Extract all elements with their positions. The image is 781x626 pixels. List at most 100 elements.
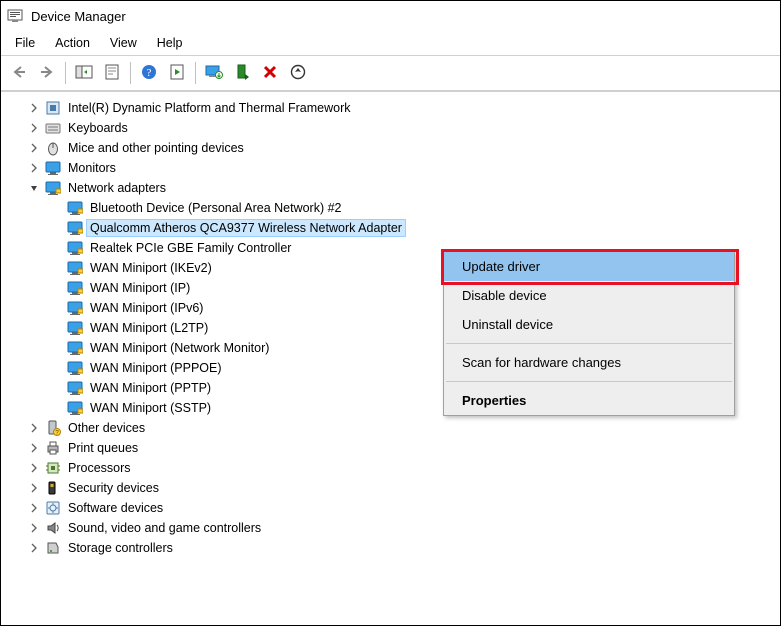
network-icon xyxy=(67,220,83,236)
context-menu-item[interactable]: Scan for hardware changes xyxy=(444,348,734,377)
menu-view[interactable]: View xyxy=(100,34,147,52)
network-icon xyxy=(67,360,83,376)
expander-placeholder xyxy=(49,201,63,215)
context-menu-item[interactable]: Uninstall device xyxy=(444,310,734,339)
network-icon xyxy=(67,340,83,356)
storage-icon xyxy=(45,540,61,556)
context-menu-separator xyxy=(446,381,732,382)
app-icon xyxy=(7,8,23,24)
tree-item[interactable]: Qualcomm Atheros QCA9377 Wireless Networ… xyxy=(45,218,780,238)
chevron-right-icon[interactable] xyxy=(27,161,41,175)
tree-item-label: Intel(R) Dynamic Platform and Thermal Fr… xyxy=(65,100,353,116)
tree-item-label: Realtek PCIe GBE Family Controller xyxy=(87,240,294,256)
toolbar-back-button[interactable] xyxy=(6,60,32,86)
tree-item[interactable]: Security devices xyxy=(23,478,780,498)
help-icon: ? xyxy=(141,64,157,83)
toolbar-scan-button[interactable] xyxy=(285,60,311,86)
tree-item-label: Keyboards xyxy=(65,120,131,136)
expander-placeholder xyxy=(49,401,63,415)
network-icon xyxy=(67,280,83,296)
other-icon xyxy=(45,420,61,436)
tree-item-label: WAN Miniport (Network Monitor) xyxy=(87,340,272,356)
network-icon xyxy=(67,320,83,336)
arrow-left-icon xyxy=(11,64,27,83)
toolbar-show-hide-button[interactable] xyxy=(71,60,97,86)
tree-item-label: Software devices xyxy=(65,500,166,516)
chevron-right-icon[interactable] xyxy=(27,421,41,435)
chevron-right-icon[interactable] xyxy=(27,441,41,455)
toolbar-update-driver-button[interactable] xyxy=(201,60,227,86)
toolbar-properties-button[interactable] xyxy=(99,60,125,86)
mouse-icon xyxy=(45,140,61,156)
tree-item[interactable]: Monitors xyxy=(23,158,780,178)
arrow-right-icon xyxy=(39,64,55,83)
tree-item[interactable]: Keyboards xyxy=(23,118,780,138)
expander-placeholder xyxy=(49,361,63,375)
tree-item[interactable]: Other devices xyxy=(23,418,780,438)
chevron-right-icon[interactable] xyxy=(27,481,41,495)
chevron-right-icon[interactable] xyxy=(27,461,41,475)
menu-action[interactable]: Action xyxy=(45,34,100,52)
tree-item[interactable]: Bluetooth Device (Personal Area Network)… xyxy=(45,198,780,218)
tree-item-label: WAN Miniport (SSTP) xyxy=(87,400,214,416)
printer-icon xyxy=(45,440,61,456)
chevron-right-icon[interactable] xyxy=(27,501,41,515)
toolbar-uninstall-button[interactable] xyxy=(257,60,283,86)
tree-item-label: Monitors xyxy=(65,160,119,176)
tree-item[interactable]: Software devices xyxy=(23,498,780,518)
tree-item-label: WAN Miniport (PPTP) xyxy=(87,380,214,396)
properties-sheet-icon xyxy=(104,64,120,83)
tree-item[interactable]: Print queues xyxy=(23,438,780,458)
monitor-update-icon xyxy=(205,64,223,83)
context-menu-item[interactable]: Disable device xyxy=(444,281,734,310)
tree-item-label: Storage controllers xyxy=(65,540,176,556)
network-icon xyxy=(67,380,83,396)
network-icon xyxy=(67,300,83,316)
network-icon xyxy=(67,240,83,256)
chevron-right-icon[interactable] xyxy=(27,541,41,555)
toolbar-forward-button[interactable] xyxy=(34,60,60,86)
tree-item-label: Print queues xyxy=(65,440,141,456)
expander-placeholder xyxy=(49,341,63,355)
tree-item-label: Mice and other pointing devices xyxy=(65,140,247,156)
expander-placeholder xyxy=(49,301,63,315)
toolbar-refresh-button[interactable] xyxy=(164,60,190,86)
toolbar-separator xyxy=(130,62,131,84)
tree-item-label: Qualcomm Atheros QCA9377 Wireless Networ… xyxy=(87,220,405,236)
monitor-icon xyxy=(45,160,61,176)
device-enable-icon xyxy=(235,64,249,83)
network-icon xyxy=(45,180,61,196)
tree-item[interactable]: Intel(R) Dynamic Platform and Thermal Fr… xyxy=(23,98,780,118)
tree-item[interactable]: Processors xyxy=(23,458,780,478)
panel-toggle-icon xyxy=(75,64,93,83)
chevron-right-icon[interactable] xyxy=(27,101,41,115)
software-icon xyxy=(45,500,61,516)
context-menu-separator xyxy=(446,343,732,344)
tree-item[interactable]: Network adapters xyxy=(23,178,780,198)
toolbar-enable-button[interactable] xyxy=(229,60,255,86)
tree-item[interactable]: Mice and other pointing devices xyxy=(23,138,780,158)
expander-placeholder xyxy=(49,281,63,295)
tree-item[interactable]: Sound, video and game controllers xyxy=(23,518,780,538)
titlebar: Device Manager xyxy=(1,1,780,31)
context-menu: Update driverDisable deviceUninstall dev… xyxy=(443,251,735,416)
context-menu-item[interactable]: Properties xyxy=(444,386,734,415)
tree-item-label: WAN Miniport (L2TP) xyxy=(87,320,211,336)
chevron-down-icon[interactable] xyxy=(27,181,41,195)
chevron-right-icon[interactable] xyxy=(27,141,41,155)
device-tree-pane[interactable]: Intel(R) Dynamic Platform and Thermal Fr… xyxy=(1,91,780,625)
tree-item[interactable]: Storage controllers xyxy=(23,538,780,558)
chevron-right-icon[interactable] xyxy=(27,121,41,135)
menu-file[interactable]: File xyxy=(5,34,45,52)
tree-item-label: WAN Miniport (PPPOE) xyxy=(87,360,225,376)
chevron-right-icon[interactable] xyxy=(27,521,41,535)
tree-item-label: Security devices xyxy=(65,480,162,496)
menu-help[interactable]: Help xyxy=(147,34,193,52)
network-icon xyxy=(67,400,83,416)
context-menu-item[interactable]: Update driver xyxy=(444,252,734,281)
toolbar-help-button[interactable]: ? xyxy=(136,60,162,86)
uninstall-x-icon xyxy=(262,64,278,83)
tree-item-label: Bluetooth Device (Personal Area Network)… xyxy=(87,200,345,216)
toolbar: ? xyxy=(1,55,780,91)
tree-item-label: WAN Miniport (IKEv2) xyxy=(87,260,215,276)
